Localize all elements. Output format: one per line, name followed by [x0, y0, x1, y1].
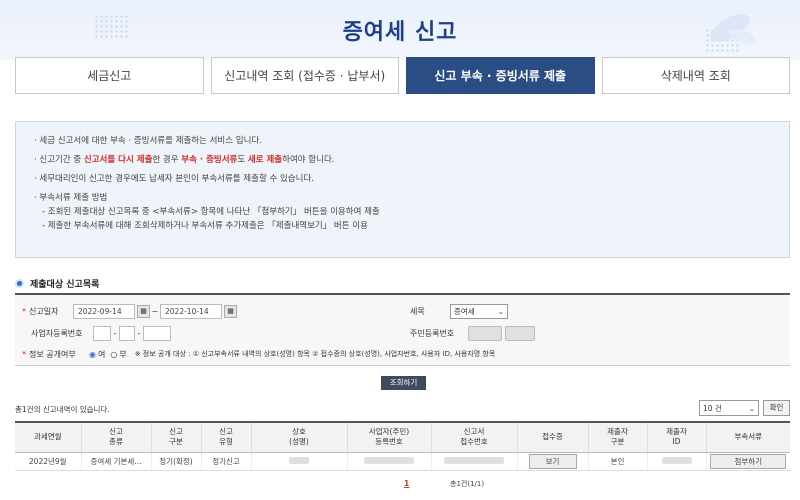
notice-line: · 부속서류 제출 방법 — [34, 193, 108, 203]
col-header: 신고 유형 — [200, 421, 251, 453]
cell-attachment: 첨부하기 — [705, 452, 790, 471]
notice-line: - 제출한 부속서류에 대해 조회삭제하거나 부속서류 추가제출은 「제출내역보… — [42, 221, 368, 231]
cell-report-class: 정기(확정) — [150, 452, 201, 471]
chevron-down-icon: ⌄ — [497, 306, 504, 316]
confirm-button[interactable]: 확인 — [763, 400, 790, 416]
tab-tax-filing[interactable]: 세금신고 — [15, 57, 204, 94]
result-table: 과세연월 신고 종류 신고 구분 신고 유형 상호 (성명) 사업자(주민) 등… — [15, 421, 790, 471]
cell-receipt: 보기 — [516, 452, 588, 471]
bizno-label: 사업자등록번호 — [31, 328, 83, 338]
disclose-label: * 정보 공개여부 — [22, 349, 76, 359]
bizno-part2-input[interactable] — [119, 325, 135, 341]
radio-no[interactable]: ○ — [110, 350, 117, 359]
search-button[interactable]: 조회하기 — [381, 376, 426, 390]
col-header: 제출자 ID — [646, 421, 706, 453]
calendar-icon[interactable]: ▦ — [224, 304, 237, 318]
page-title: 증여세 신고 — [342, 20, 458, 45]
search-form: * 신고일자 2022-09-14 ▦ ~ 2022-10-14 ▦ 세목 증여세… — [15, 293, 790, 366]
table-header-row: 과세연월 신고 종류 신고 구분 신고 유형 상호 (성명) 사업자(주민) 등… — [15, 421, 790, 453]
notice-line: - 조회된 제출대상 신고목록 중 <부속서류> 항목에 나타난 「첨부하기」 … — [42, 207, 380, 217]
page-info: 총1건(1/1) — [450, 480, 485, 488]
col-header: 신고서 접수번호 — [430, 421, 517, 453]
report-date-label: * 신고일자 — [22, 306, 59, 316]
per-page-select[interactable]: 10 건 ⌄ — [699, 400, 759, 416]
tab-filing-history[interactable]: 신고내역 조회 (접수증 · 납부서) — [210, 57, 399, 94]
section-title: 제출대상 신고목록 — [15, 277, 99, 290]
cell-submitter-type: 본인 — [587, 452, 647, 471]
disclose-note: ※ 정보 공개 대상 : ① 신고부속서류 내역의 상호(성명) 항목 ② 접수… — [134, 350, 496, 358]
table-row: 2022년9월 증여세 기본세... 정기(확정) 정기신고 보기 본인 첨부하… — [15, 452, 790, 471]
notice-line: · 신고기간 중 신고서를 다시 제출한 경우 부속 · 증빙서류도 새로 제출… — [34, 155, 335, 165]
radio-yes[interactable]: ◉ — [89, 350, 96, 359]
bizno-part1-input[interactable] — [93, 325, 111, 341]
tab-attachment-submit[interactable]: 신고 부속 · 증빙서류 제출 — [406, 57, 595, 94]
calendar-icon[interactable]: ▦ — [137, 304, 150, 318]
resno-label: 주민등록번호 — [410, 328, 455, 338]
col-header: 과세연월 — [15, 421, 81, 453]
cell-report-type: 정기신고 — [200, 452, 251, 471]
notice-box: · 세금 신고서에 대한 부속 · 증빙서류를 제출하는 서비스 입니다. · … — [15, 121, 790, 258]
notice-line: · 세무대리인이 신고한 경우에도 납세자 본인이 부속서류를 제출할 수 있습… — [34, 174, 314, 184]
cell-name-redacted — [250, 452, 347, 471]
tab-deleted-history[interactable]: 삭제내역 조회 — [601, 57, 790, 94]
col-header: 사업자(주민) 등록번호 — [346, 421, 431, 453]
bizno-part3-input[interactable] — [143, 325, 171, 341]
cell-report-kind: 증여세 기본세... — [80, 452, 151, 471]
col-header: 제출자 구분 — [587, 421, 647, 453]
cell-submitter-id-redacted — [646, 452, 706, 471]
cell-receipt-redacted — [430, 452, 517, 471]
date-from-input[interactable]: 2022-09-14 — [73, 303, 135, 319]
bullet-icon — [15, 279, 24, 288]
col-header: 신고 종류 — [80, 421, 151, 453]
col-header: 접수증 — [516, 421, 588, 453]
tax-item-select[interactable]: 증여세 ⌄ — [450, 303, 508, 319]
tax-item-label: 세목 — [410, 306, 425, 316]
result-count: 총1건의 신고내역이 있습니다. — [15, 405, 110, 414]
cell-period: 2022년9월 — [15, 452, 81, 471]
col-header: 상호 (성명) — [250, 421, 347, 453]
view-receipt-button[interactable]: 보기 — [528, 453, 577, 469]
resno-part2-input[interactable] — [505, 325, 535, 341]
notice-line: · 세금 신고서에 대한 부속 · 증빙서류를 제출하는 서비스 입니다. — [34, 136, 262, 146]
date-separator: ~ — [151, 306, 159, 316]
chevron-down-icon: ⌄ — [748, 403, 755, 413]
cell-regno-redacted — [346, 452, 431, 471]
col-header: 부속서류 — [705, 421, 790, 453]
resno-part1-input[interactable] — [468, 325, 502, 341]
attach-button[interactable]: 첨부하기 — [710, 453, 787, 469]
date-to-input[interactable]: 2022-10-14 — [160, 303, 222, 319]
page-link-current[interactable]: 1 — [404, 479, 409, 488]
col-header: 신고 구분 — [150, 421, 201, 453]
tab-bar: 세금신고 신고내역 조회 (접수증 · 납부서) 신고 부속 · 증빙서류 제출… — [15, 57, 790, 94]
